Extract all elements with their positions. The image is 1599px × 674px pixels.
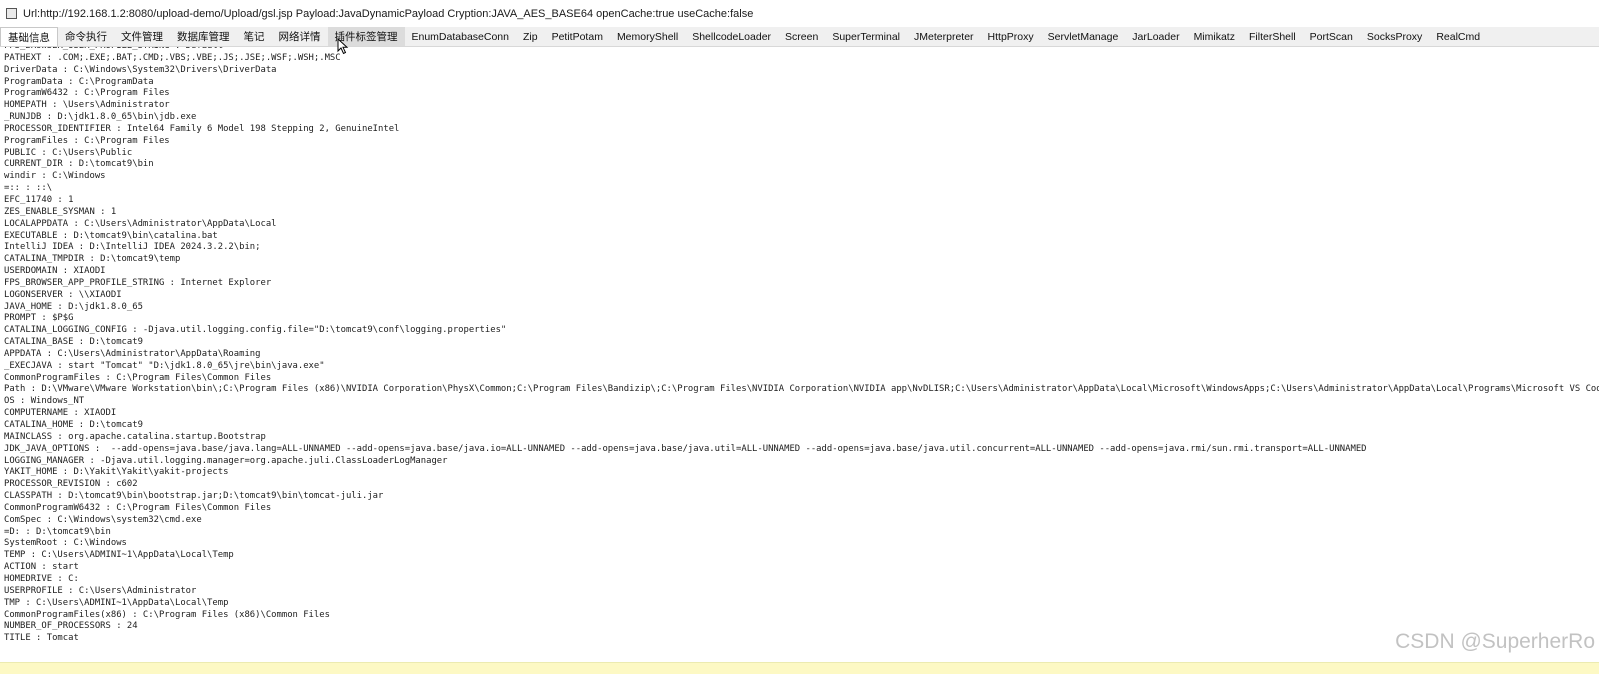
output-line: CURRENT_DIR : D:\tomcat9\bin [4, 159, 154, 170]
output-line: LOGONSERVER : \\XIAODI [4, 289, 122, 300]
output-line: COMPUTERNAME : XIAODI [4, 408, 117, 419]
output-line: YAKIT_HOME : D:\Yakit\Yakit\yakit-projec… [4, 467, 229, 478]
tab-网络详情[interactable]: 网络详情 [272, 27, 328, 46]
tab-superterminal[interactable]: SuperTerminal [825, 27, 907, 46]
tab-realcmd[interactable]: RealCmd [1429, 27, 1487, 46]
output-line: CATALINA_TMPDIR : D:\tomcat9\temp [4, 254, 181, 265]
output-line: =:: : ::\ [4, 183, 53, 194]
tab-jmeterpreter[interactable]: JMeterpreter [907, 27, 981, 46]
tab-数据库管理[interactable]: 数据库管理 [170, 27, 237, 46]
output-line: TMP : C:\Users\ADMINI~1\AppData\Local\Te… [4, 597, 229, 608]
output-line: USERDOMAIN : XIAODI [4, 266, 106, 277]
tab-mimikatz[interactable]: Mimikatz [1187, 27, 1242, 46]
output-line: NUMBER_OF_PROCESSORS : 24 [4, 621, 138, 632]
tab-jarloader[interactable]: JarLoader [1125, 27, 1186, 46]
tab-enumdatabaseconn[interactable]: EnumDatabaseConn [405, 27, 516, 46]
output-line: APPDATA : C:\Users\Administrator\AppData… [4, 348, 261, 359]
output-line: EXECUTABLE : D:\tomcat9\bin\catalina.bat [4, 230, 218, 241]
tab-插件标签管理[interactable]: 插件标签管理 [327, 27, 405, 46]
output-line: PROCESSOR_IDENTIFIER : Intel64 Family 6 … [4, 123, 400, 134]
tab-servletmanage[interactable]: ServletManage [1041, 27, 1126, 46]
output-line: CLASSPATH : D:\tomcat9\bin\bootstrap.jar… [4, 491, 384, 502]
output-line: ProgramFiles : C:\Program Files [4, 135, 170, 146]
tab-filtershell[interactable]: FilterShell [1242, 27, 1303, 46]
output-panel[interactable]: FPS_BROWSER_USER_PROFILE_STRING : Defaul… [0, 47, 1599, 662]
environment-variables-output: FPS_BROWSER_USER_PROFILE_STRING : Defaul… [0, 47, 1599, 645]
output-line: TEMP : C:\Users\ADMINI~1\AppData\Local\T… [4, 550, 234, 561]
tab-shellcodeloader[interactable]: ShellcodeLoader [685, 27, 778, 46]
output-line: EFC_11740 : 1 [4, 194, 74, 205]
output-line: _EXECJAVA : start "Tomcat" "D:\jdk1.8.0_… [4, 360, 325, 371]
tab-命令执行[interactable]: 命令执行 [58, 27, 114, 46]
watermark: CSDN @SuperherRo [1395, 630, 1595, 653]
output-line: MAINCLASS : org.apache.catalina.startup.… [4, 431, 266, 442]
output-line: PUBLIC : C:\Users\Public [4, 147, 133, 158]
tab-笔记[interactable]: 笔记 [237, 27, 272, 46]
tab-screen[interactable]: Screen [778, 27, 825, 46]
output-line: ProgramData : C:\ProgramData [4, 76, 154, 87]
output-line: JAVA_HOME : D:\jdk1.8.0_65 [4, 301, 143, 312]
output-line: DriverData : C:\Windows\System32\Drivers… [4, 64, 277, 75]
window-title: Url:http://192.168.1.2:8080/upload-demo/… [23, 7, 754, 20]
output-line: FPS_BROWSER_USER_PROFILE_STRING : Defaul… [4, 47, 223, 51]
output-line: HOMEPATH : \Users\Administrator [4, 100, 170, 111]
output-line: ACTION : start [4, 562, 79, 573]
output-line: CATALINA_LOGGING_CONFIG : -Djava.util.lo… [4, 325, 507, 336]
output-line: SystemRoot : C:\Windows [4, 538, 127, 549]
tab-zip[interactable]: Zip [516, 27, 545, 46]
app-icon [6, 8, 17, 19]
output-line: CommonProgramFiles(x86) : C:\Program Fil… [4, 609, 330, 620]
tab-socksproxy[interactable]: SocksProxy [1360, 27, 1429, 46]
output-line: CommonProgramFiles : C:\Program Files\Co… [4, 372, 272, 383]
output-line: windir : C:\Windows [4, 171, 106, 182]
tab-memoryshell[interactable]: MemoryShell [610, 27, 685, 46]
output-line: LOGGING_MANAGER : -Djava.util.logging.ma… [4, 455, 448, 466]
tab-portscan[interactable]: PortScan [1303, 27, 1360, 46]
output-line: ZES_ENABLE_SYSMAN : 1 [4, 206, 117, 217]
title-bar: Url:http://192.168.1.2:8080/upload-demo/… [0, 0, 1599, 27]
tab-httpproxy[interactable]: HttpProxy [981, 27, 1041, 46]
output-line: CATALINA_HOME : D:\tomcat9 [4, 420, 143, 430]
tab-petitpotam[interactable]: PetitPotam [545, 27, 610, 46]
output-line: =D: : D:\tomcat9\bin [4, 526, 111, 537]
output-line: LOCALAPPDATA : C:\Users\Administrator\Ap… [4, 218, 277, 229]
output-line: PATHEXT : .COM;.EXE;.BAT;.CMD;.VBS;.VBE;… [4, 52, 341, 63]
output-line: _RUNJDB : D:\jdk1.8.0_65\bin\jdb.exe [4, 112, 197, 123]
output-line: CATALINA_BASE : D:\tomcat9 [4, 337, 143, 348]
app-window: Url:http://192.168.1.2:8080/upload-demo/… [0, 0, 1599, 674]
tab-文件管理[interactable]: 文件管理 [114, 27, 170, 46]
output-line: HOMEDRIVE : C: [4, 573, 79, 584]
status-bar [0, 662, 1599, 674]
output-line: PROCESSOR_REVISION : c602 [4, 479, 138, 490]
tab-基础信息[interactable]: 基础信息 [0, 27, 58, 46]
output-line: PROMPT : $P$G [4, 313, 74, 324]
output-line: ProgramW6432 : C:\Program Files [4, 88, 170, 99]
output-line: OS : Windows_NT [4, 396, 85, 407]
tab-bar: 基础信息 命令执行 文件管理 数据库管理 笔记 网络详情 插件标签管理 EnumDatabas… [0, 27, 1599, 47]
output-line: TITLE : Tomcat [4, 633, 79, 644]
output-line: FPS_BROWSER_APP_PROFILE_STRING : Interne… [4, 277, 272, 288]
output-line: ComSpec : C:\Windows\system32\cmd.exe [4, 514, 202, 525]
output-line: JDK_JAVA_OPTIONS : --add-opens=java.base… [4, 443, 1367, 454]
output-line: CommonProgramW6432 : C:\Program Files\Co… [4, 502, 272, 513]
output-line: USERPROFILE : C:\Users\Administrator [4, 585, 197, 596]
output-line: Path : D:\VMware\VMware Workstation\bin\… [4, 384, 1599, 395]
output-line: IntelliJ IDEA : D:\IntelliJ IDEA 2024.3.… [4, 242, 261, 253]
